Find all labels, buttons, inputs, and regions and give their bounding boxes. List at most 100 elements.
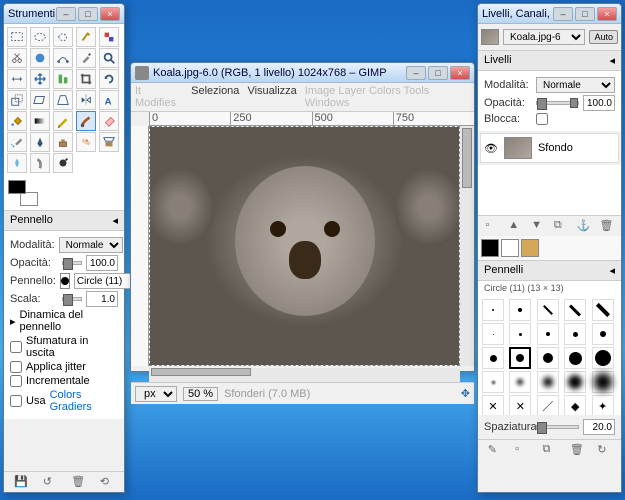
swatch-black[interactable]	[481, 239, 499, 257]
dock-titlebar[interactable]: Livelli, Canali, Tracciati, Annulla - P……	[478, 4, 621, 24]
brush-item[interactable]	[482, 299, 504, 321]
scale-slider[interactable]	[62, 297, 82, 301]
paths-tool[interactable]	[53, 48, 73, 68]
color-picker-tool[interactable]	[76, 48, 96, 68]
clone-tool[interactable]	[53, 132, 73, 152]
eraser-tool[interactable]	[99, 111, 119, 131]
brush-item[interactable]	[537, 347, 559, 369]
image-select[interactable]: Koala.jpg-6	[503, 29, 585, 45]
minimize-button[interactable]: –	[406, 66, 426, 80]
color-select-tool[interactable]	[99, 27, 119, 47]
delete-options-icon[interactable]: 🗑	[71, 475, 85, 489]
incremental-checkbox[interactable]	[10, 375, 22, 387]
align-tool[interactable]	[53, 69, 73, 89]
brush-item[interactable]	[592, 299, 614, 321]
reset-options-icon[interactable]: ⟲	[100, 475, 114, 489]
brush-item[interactable]	[592, 371, 614, 393]
nav-icon[interactable]: ✥	[461, 387, 470, 400]
restore-options-icon[interactable]: ↺	[43, 475, 57, 489]
scrollbar-vertical[interactable]	[460, 126, 474, 366]
duplicate-layer-icon[interactable]: ⧉	[554, 219, 568, 233]
menu-item[interactable]: It Modifies	[135, 85, 183, 109]
delete-layer-icon[interactable]: 🗑	[600, 219, 614, 233]
eye-icon[interactable]: 👁	[484, 142, 498, 155]
layer-mode-select[interactable]: Normale	[536, 77, 615, 93]
close-button[interactable]: ×	[100, 7, 120, 21]
opacity-input[interactable]	[86, 255, 118, 271]
anchor-layer-icon[interactable]: ⚓	[577, 219, 591, 233]
brush-item[interactable]	[564, 371, 586, 393]
duplicate-brush-icon[interactable]: ⧉	[542, 443, 556, 457]
fg-bg-swatch[interactable]	[8, 180, 38, 206]
text-tool[interactable]: A	[99, 90, 119, 110]
refresh-brush-icon[interactable]: ↻	[597, 443, 611, 457]
fuzzy-select-tool[interactable]	[76, 27, 96, 47]
mode-select[interactable]: Normale	[59, 237, 123, 253]
spacing-input[interactable]	[583, 419, 615, 435]
layer-thumbnail[interactable]	[504, 137, 532, 159]
scale-tool[interactable]	[7, 90, 27, 110]
menu-items-rest[interactable]: Image Layer Colors Tools Windows	[305, 85, 470, 109]
bg-color[interactable]	[20, 192, 38, 206]
zoom-tool[interactable]	[99, 48, 119, 68]
blend-tool[interactable]	[30, 111, 50, 131]
maximize-button[interactable]: □	[78, 7, 98, 21]
close-button[interactable]: ×	[450, 66, 470, 80]
canvas[interactable]	[149, 126, 460, 366]
menubar[interactable]: It Modifies Seleziona Visualizza Image L…	[131, 83, 474, 112]
maximize-button[interactable]: □	[575, 7, 595, 21]
spacing-slider[interactable]	[536, 425, 579, 429]
fade-checkbox[interactable]	[10, 341, 22, 353]
brush-item[interactable]	[482, 347, 504, 369]
swatch-tan[interactable]	[521, 239, 539, 257]
panel-menu-icon[interactable]: ◂	[609, 264, 615, 277]
delete-brush-icon[interactable]: 🗑	[570, 443, 584, 457]
brush-item[interactable]: ／	[537, 395, 559, 415]
save-options-icon[interactable]: 💾	[14, 475, 28, 489]
perspective-clone-tool[interactable]	[99, 132, 119, 152]
dodge-tool[interactable]	[53, 153, 73, 173]
crop-tool[interactable]	[76, 69, 96, 89]
layer-opacity-slider[interactable]	[536, 101, 579, 105]
brush-item[interactable]	[482, 371, 504, 393]
fg-color[interactable]	[8, 180, 26, 194]
expand-icon[interactable]: ▸	[10, 315, 16, 328]
maximize-button[interactable]: □	[428, 66, 448, 80]
brush-item[interactable]	[509, 323, 531, 345]
lower-layer-icon[interactable]: ▼	[531, 219, 545, 233]
menu-item-select[interactable]: Seleziona	[191, 85, 239, 109]
minimize-button[interactable]: –	[553, 7, 573, 21]
edit-brush-icon[interactable]: ✎	[488, 443, 502, 457]
ink-tool[interactable]	[30, 132, 50, 152]
brush-item[interactable]	[482, 323, 504, 345]
brush-item-selected[interactable]	[509, 347, 531, 369]
measure-tool[interactable]	[7, 69, 27, 89]
lock-checkbox[interactable]	[536, 113, 548, 125]
menu-item-view[interactable]: Visualizza	[247, 85, 296, 109]
layer-opacity-input[interactable]	[583, 95, 615, 111]
brush-item[interactable]: ✕	[482, 395, 504, 415]
new-layer-icon[interactable]: ▫	[485, 219, 499, 233]
close-button[interactable]: ×	[597, 7, 617, 21]
scissors-tool[interactable]	[7, 48, 27, 68]
brush-item[interactable]	[592, 347, 614, 369]
free-select-tool[interactable]	[53, 27, 73, 47]
layers-tab[interactable]: Livelli	[484, 54, 512, 67]
jitter-checkbox[interactable]	[10, 361, 22, 373]
smudge-tool[interactable]	[30, 153, 50, 173]
brush-item[interactable]	[509, 371, 531, 393]
auto-button[interactable]: Auto	[589, 30, 618, 44]
layer-name[interactable]: Sfondo	[538, 142, 573, 154]
panel-menu-icon[interactable]: ◂	[609, 54, 615, 67]
ellipse-select-tool[interactable]	[30, 27, 50, 47]
minimize-button[interactable]: –	[56, 7, 76, 21]
brush-item[interactable]	[564, 347, 586, 369]
layer-row[interactable]: 👁 Sfondo	[480, 133, 619, 163]
brush-item[interactable]	[537, 371, 559, 393]
flip-tool[interactable]	[76, 90, 96, 110]
rotate-tool[interactable]	[99, 69, 119, 89]
swatch-white[interactable]	[501, 239, 519, 257]
unit-select[interactable]: px	[135, 386, 177, 402]
brush-preview[interactable]	[60, 273, 70, 289]
gradient-link[interactable]: Colors Gradiers	[50, 389, 118, 413]
